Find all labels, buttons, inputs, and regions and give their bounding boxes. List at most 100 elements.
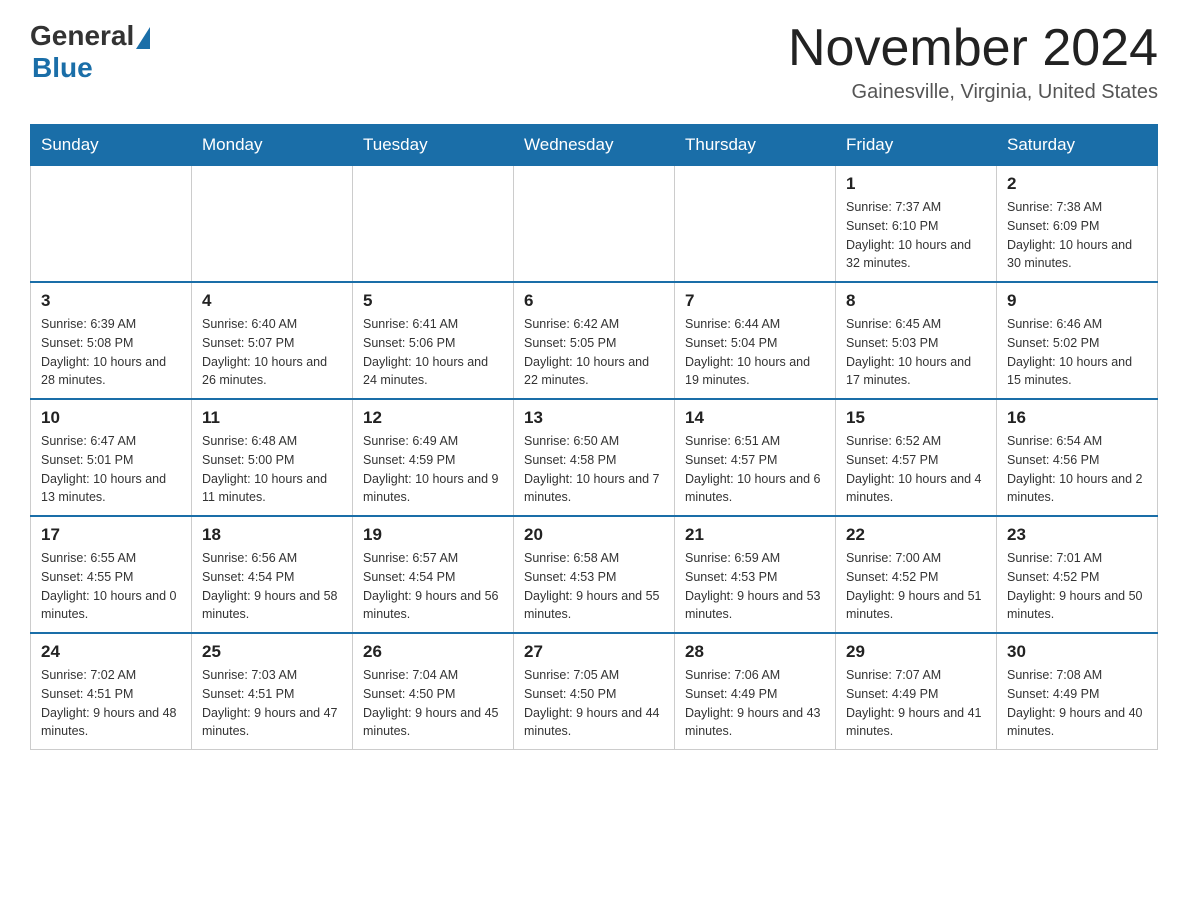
day-number: 13 (524, 408, 664, 428)
logo: General Blue (30, 20, 150, 84)
day-info: Sunrise: 6:57 AM Sunset: 4:54 PM Dayligh… (363, 549, 503, 624)
day-info: Sunrise: 7:06 AM Sunset: 4:49 PM Dayligh… (685, 666, 825, 741)
day-info: Sunrise: 6:55 AM Sunset: 4:55 PM Dayligh… (41, 549, 181, 624)
calendar-week-row: 24 Sunrise: 7:02 AM Sunset: 4:51 PM Dayli… (31, 633, 1158, 750)
day-info: Sunrise: 6:46 AM Sunset: 5:02 PM Dayligh… (1007, 315, 1147, 390)
day-info: Sunrise: 7:08 AM Sunset: 4:49 PM Dayligh… (1007, 666, 1147, 741)
day-info: Sunrise: 6:50 AM Sunset: 4:58 PM Dayligh… (524, 432, 664, 507)
day-number: 5 (363, 291, 503, 311)
calendar-cell (675, 166, 836, 283)
day-number: 17 (41, 525, 181, 545)
day-info: Sunrise: 7:05 AM Sunset: 4:50 PM Dayligh… (524, 666, 664, 741)
day-info: Sunrise: 7:01 AM Sunset: 4:52 PM Dayligh… (1007, 549, 1147, 624)
weekday-header-tuesday: Tuesday (353, 125, 514, 166)
day-number: 6 (524, 291, 664, 311)
calendar-cell: 11 Sunrise: 6:48 AM Sunset: 5:00 PM Dayli… (192, 399, 353, 516)
calendar-cell: 27 Sunrise: 7:05 AM Sunset: 4:50 PM Dayli… (514, 633, 675, 750)
day-info: Sunrise: 7:00 AM Sunset: 4:52 PM Dayligh… (846, 549, 986, 624)
day-number: 2 (1007, 174, 1147, 194)
month-title: November 2024 (788, 20, 1158, 77)
weekday-header-wednesday: Wednesday (514, 125, 675, 166)
calendar-cell (514, 166, 675, 283)
logo-general-text: General (30, 20, 134, 52)
day-number: 16 (1007, 408, 1147, 428)
day-info: Sunrise: 6:40 AM Sunset: 5:07 PM Dayligh… (202, 315, 342, 390)
day-number: 11 (202, 408, 342, 428)
day-number: 27 (524, 642, 664, 662)
calendar-cell: 30Sunrise: 7:08 AM Sunset: 4:49 PM Dayli… (997, 633, 1158, 750)
day-info: Sunrise: 6:39 AM Sunset: 5:08 PM Dayligh… (41, 315, 181, 390)
day-info: Sunrise: 6:58 AM Sunset: 4:53 PM Dayligh… (524, 549, 664, 624)
location-label: Gainesville, Virginia, United States (788, 81, 1158, 104)
day-number: 10 (41, 408, 181, 428)
calendar-cell: 8 Sunrise: 6:45 AM Sunset: 5:03 PM Daylig… (836, 282, 997, 399)
calendar-cell: 9 Sunrise: 6:46 AM Sunset: 5:02 PM Daylig… (997, 282, 1158, 399)
weekday-header-friday: Friday (836, 125, 997, 166)
calendar-cell: 1Sunrise: 7:37 AM Sunset: 6:10 PM Daylig… (836, 166, 997, 283)
calendar-cell: 17 Sunrise: 6:55 AM Sunset: 4:55 PM Dayli… (31, 516, 192, 633)
calendar-cell: 6 Sunrise: 6:42 AM Sunset: 5:05 PM Daylig… (514, 282, 675, 399)
day-number: 25 (202, 642, 342, 662)
day-number: 26 (363, 642, 503, 662)
day-info: Sunrise: 6:48 AM Sunset: 5:00 PM Dayligh… (202, 432, 342, 507)
calendar-cell: 18Sunrise: 6:56 AM Sunset: 4:54 PM Dayli… (192, 516, 353, 633)
day-number: 20 (524, 525, 664, 545)
calendar-table: SundayMondayTuesdayWednesdayThursdayFrid… (30, 124, 1158, 750)
calendar-cell: 15 Sunrise: 6:52 AM Sunset: 4:57 PM Dayli… (836, 399, 997, 516)
calendar-week-row: 17 Sunrise: 6:55 AM Sunset: 4:55 PM Dayli… (31, 516, 1158, 633)
weekday-header-sunday: Sunday (31, 125, 192, 166)
day-number: 29 (846, 642, 986, 662)
day-number: 28 (685, 642, 825, 662)
day-number: 7 (685, 291, 825, 311)
day-info: Sunrise: 6:42 AM Sunset: 5:05 PM Dayligh… (524, 315, 664, 390)
calendar-cell: 13 Sunrise: 6:50 AM Sunset: 4:58 PM Dayli… (514, 399, 675, 516)
day-info: Sunrise: 6:41 AM Sunset: 5:06 PM Dayligh… (363, 315, 503, 390)
day-info: Sunrise: 6:59 AM Sunset: 4:53 PM Dayligh… (685, 549, 825, 624)
day-info: Sunrise: 7:04 AM Sunset: 4:50 PM Dayligh… (363, 666, 503, 741)
weekday-header-saturday: Saturday (997, 125, 1158, 166)
calendar-cell: 25 Sunrise: 7:03 AM Sunset: 4:51 PM Dayli… (192, 633, 353, 750)
calendar-cell: 2Sunrise: 7:38 AM Sunset: 6:09 PM Daylig… (997, 166, 1158, 283)
calendar-cell: 29 Sunrise: 7:07 AM Sunset: 4:49 PM Dayli… (836, 633, 997, 750)
page-header: General Blue November 2024 Gainesville, … (30, 20, 1158, 104)
day-number: 8 (846, 291, 986, 311)
calendar-cell: 19Sunrise: 6:57 AM Sunset: 4:54 PM Dayli… (353, 516, 514, 633)
weekday-header-monday: Monday (192, 125, 353, 166)
calendar-cell (31, 166, 192, 283)
calendar-cell: 4 Sunrise: 6:40 AM Sunset: 5:07 PM Daylig… (192, 282, 353, 399)
day-info: Sunrise: 7:02 AM Sunset: 4:51 PM Dayligh… (41, 666, 181, 741)
calendar-cell: 24 Sunrise: 7:02 AM Sunset: 4:51 PM Dayli… (31, 633, 192, 750)
day-number: 21 (685, 525, 825, 545)
day-info: Sunrise: 7:07 AM Sunset: 4:49 PM Dayligh… (846, 666, 986, 741)
day-number: 15 (846, 408, 986, 428)
calendar-cell: 7Sunrise: 6:44 AM Sunset: 5:04 PM Daylig… (675, 282, 836, 399)
calendar-cell: 5 Sunrise: 6:41 AM Sunset: 5:06 PM Daylig… (353, 282, 514, 399)
day-info: Sunrise: 6:56 AM Sunset: 4:54 PM Dayligh… (202, 549, 342, 624)
logo-blue-text: Blue (32, 52, 93, 84)
calendar-cell: 20 Sunrise: 6:58 AM Sunset: 4:53 PM Dayli… (514, 516, 675, 633)
day-number: 22 (846, 525, 986, 545)
day-number: 1 (846, 174, 986, 194)
calendar-week-row: 3Sunrise: 6:39 AM Sunset: 5:08 PM Daylig… (31, 282, 1158, 399)
day-number: 4 (202, 291, 342, 311)
calendar-cell: 28 Sunrise: 7:06 AM Sunset: 4:49 PM Dayli… (675, 633, 836, 750)
day-info: Sunrise: 6:51 AM Sunset: 4:57 PM Dayligh… (685, 432, 825, 507)
calendar-cell: 16Sunrise: 6:54 AM Sunset: 4:56 PM Dayli… (997, 399, 1158, 516)
day-info: Sunrise: 6:47 AM Sunset: 5:01 PM Dayligh… (41, 432, 181, 507)
calendar-cell: 10 Sunrise: 6:47 AM Sunset: 5:01 PM Dayli… (31, 399, 192, 516)
day-number: 9 (1007, 291, 1147, 311)
title-section: November 2024 Gainesville, Virginia, Uni… (788, 20, 1158, 104)
day-info: Sunrise: 6:52 AM Sunset: 4:57 PM Dayligh… (846, 432, 986, 507)
calendar-cell: 26 Sunrise: 7:04 AM Sunset: 4:50 PM Dayli… (353, 633, 514, 750)
calendar-cell (192, 166, 353, 283)
day-info: Sunrise: 7:03 AM Sunset: 4:51 PM Dayligh… (202, 666, 342, 741)
logo-triangle-icon (136, 27, 150, 49)
calendar-cell: 22 Sunrise: 7:00 AM Sunset: 4:52 PM Dayli… (836, 516, 997, 633)
day-info: Sunrise: 6:49 AM Sunset: 4:59 PM Dayligh… (363, 432, 503, 507)
day-number: 14 (685, 408, 825, 428)
calendar-cell: 23 Sunrise: 7:01 AM Sunset: 4:52 PM Dayli… (997, 516, 1158, 633)
day-number: 24 (41, 642, 181, 662)
day-info: Sunrise: 6:45 AM Sunset: 5:03 PM Dayligh… (846, 315, 986, 390)
weekday-header-row: SundayMondayTuesdayWednesdayThursdayFrid… (31, 125, 1158, 166)
day-number: 23 (1007, 525, 1147, 545)
